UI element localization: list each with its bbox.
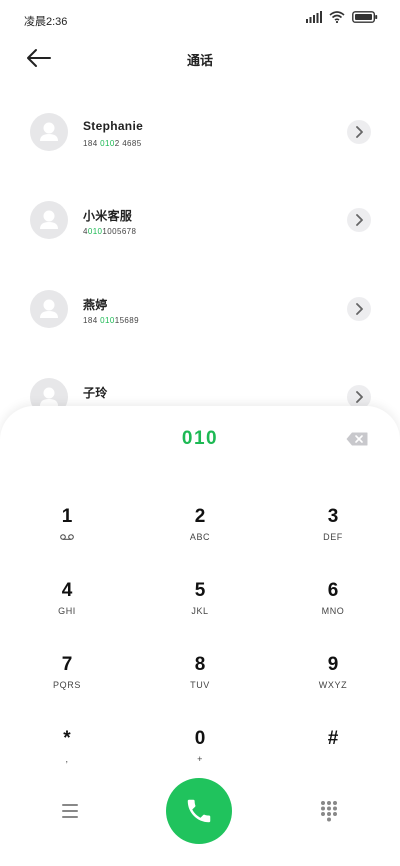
key-digit: # — [327, 728, 339, 749]
key-letters: GHI — [58, 606, 76, 616]
key-letters: JKL — [191, 606, 209, 616]
key-star[interactable]: * , — [12, 728, 122, 784]
key-letters: PQRS — [53, 680, 81, 690]
contact-name: 燕婷 — [83, 298, 108, 312]
dialpad-bottom-bar — [0, 778, 400, 850]
key-2[interactable]: 2 ABC — [145, 506, 255, 562]
page-title: 通话 — [186, 53, 213, 68]
person-icon — [40, 122, 58, 141]
key-digit: 3 — [327, 506, 339, 527]
voicemail-icon — [60, 534, 74, 540]
contact-item[interactable]: 燕婷 184 01015689 — [0, 290, 400, 350]
key-digit: * — [63, 728, 71, 749]
key-digit: 2 — [194, 506, 206, 527]
key-digit: 7 — [61, 654, 73, 675]
key-digit: 8 — [194, 654, 206, 675]
key-digit: 0 — [194, 728, 206, 749]
key-4[interactable]: 4 GHI — [12, 580, 122, 636]
contact-number: 184 01015689 — [83, 316, 139, 325]
signal-icon — [306, 11, 322, 23]
status-time: 凌晨2:36 — [24, 16, 68, 28]
contact-name: Stephanie — [83, 119, 144, 133]
menu-icon[interactable] — [62, 804, 78, 818]
chevron-right-icon — [356, 391, 363, 403]
key-digit: 9 — [327, 654, 339, 675]
contact-number: 184 0102 4685 — [83, 139, 142, 148]
key-0[interactable]: 0 + — [145, 728, 255, 784]
key-9[interactable]: 9 WXYZ — [278, 654, 388, 710]
phone-icon — [187, 799, 211, 823]
key-letters: , — [65, 754, 69, 764]
header: 通话 — [0, 38, 400, 78]
key-8[interactable]: 8 TUV — [145, 654, 255, 710]
battery-icon — [352, 11, 378, 23]
avatar — [30, 290, 68, 328]
key-1[interactable]: 1 — [12, 506, 122, 562]
key-5[interactable]: 5 JKL — [145, 580, 255, 636]
key-7[interactable]: 7 PQRS — [12, 654, 122, 710]
dialpad-panel: 010 1 2 ABC 3 DEF 4 GHI 5 JKL 6 MNO 7 PQ… — [0, 406, 400, 866]
contact-name: 小米客服 — [83, 209, 133, 223]
contact-detail-button[interactable] — [347, 297, 371, 321]
key-digit: 1 — [61, 506, 73, 527]
contact-name: 子玲 — [83, 386, 108, 400]
backspace-icon[interactable] — [346, 432, 368, 446]
key-6[interactable]: 6 MNO — [278, 580, 388, 636]
chevron-right-icon — [356, 126, 363, 138]
key-digit: 4 — [61, 580, 73, 601]
avatar — [30, 113, 68, 151]
key-letters: WXYZ — [318, 680, 348, 690]
call-button[interactable] — [166, 778, 232, 844]
avatar — [30, 201, 68, 239]
key-3[interactable]: 3 DEF — [278, 506, 388, 562]
contact-item[interactable]: 小米客服 40101005678 — [0, 201, 400, 261]
key-letters: DEF — [323, 532, 343, 542]
status-bar: 凌晨2:36 — [0, 0, 400, 38]
contact-item[interactable]: Stephanie 184 0102 4685 — [0, 113, 400, 173]
key-letters: ABC — [189, 532, 211, 542]
key-letters: + — [197, 754, 203, 764]
person-icon — [40, 299, 58, 318]
key-letters: MNO — [321, 606, 345, 616]
contact-detail-button[interactable] — [347, 208, 371, 232]
key-letters: TUV — [190, 680, 210, 690]
person-icon — [40, 210, 58, 229]
keypad-icon[interactable] — [320, 800, 338, 822]
contact-detail-button[interactable] — [347, 120, 371, 144]
chevron-right-icon — [356, 214, 363, 226]
wifi-icon — [329, 11, 345, 23]
key-digit: 6 — [327, 580, 339, 601]
chevron-right-icon — [356, 303, 363, 315]
dial-input[interactable]: 010 — [0, 428, 400, 450]
key-hash[interactable]: # — [278, 728, 388, 784]
contact-number: 40101005678 — [83, 227, 137, 236]
key-digit: 5 — [194, 580, 206, 601]
